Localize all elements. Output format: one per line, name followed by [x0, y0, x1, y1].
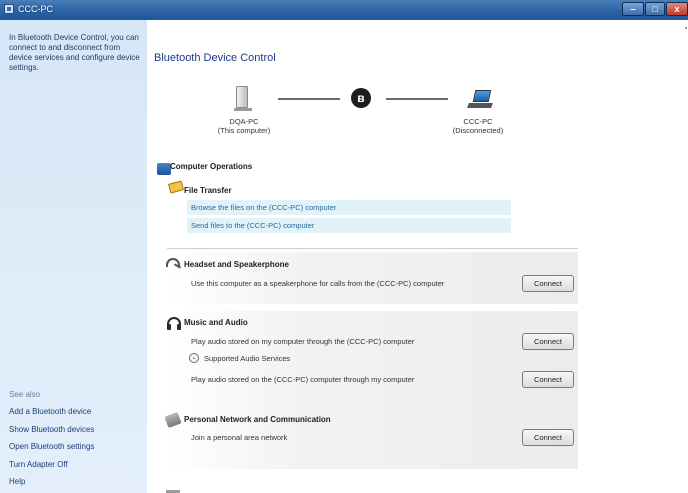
remote-device-status: (Disconnected): [452, 126, 504, 135]
connection-line-left: [278, 98, 340, 100]
headset-description: Use this computer as a speakerphone for …: [191, 279, 445, 288]
network-heading: Personal Network and Communication: [184, 415, 331, 424]
maximize-button[interactable]: □: [645, 2, 665, 16]
computer-operations-heading: Computer Operations: [170, 162, 253, 171]
music-panel: [167, 311, 578, 419]
send-files-label: Send files to the (CCC-PC) computer: [191, 221, 315, 230]
edge-marker: [685, 27, 687, 29]
main-content: Bluetooth Device Control DQA-PC (This co…: [147, 20, 688, 493]
window-title: CCC-PC: [18, 4, 53, 14]
remote-device: CCC-PC (Disconnected): [438, 117, 518, 135]
see-also-heading: See also: [9, 390, 41, 399]
minimize-button[interactable]: –: [622, 2, 644, 16]
headset-connect-button[interactable]: Connect: [522, 275, 574, 292]
file-transfer-heading: File Transfer: [184, 186, 232, 195]
sidebar-description: In Bluetooth Device Control, you can con…: [9, 33, 140, 72]
turn-adapter-off-link[interactable]: Turn Adapter Off: [9, 460, 68, 469]
computer-tower-icon: [234, 86, 252, 111]
connection-line-right: [386, 98, 448, 100]
computer-operations-icon: [157, 163, 171, 175]
music-row2-description: Play audio stored on the (CCC-PC) comput…: [191, 375, 415, 384]
music-row2-connect-button[interactable]: Connect: [522, 371, 574, 388]
local-device-status: (This computer): [217, 126, 271, 135]
open-bluetooth-settings-link[interactable]: Open Bluetooth settings: [9, 442, 94, 451]
add-bluetooth-device-link[interactable]: Add a Bluetooth device: [9, 407, 91, 416]
network-description: Join a personal area network: [191, 433, 288, 442]
send-files-link[interactable]: Send files to the (CCC-PC) computer: [187, 218, 511, 233]
close-button[interactable]: x: [666, 2, 688, 16]
laptop-icon: [467, 90, 494, 112]
local-device-name: DQA-PC: [229, 117, 259, 126]
headphones-icon: [167, 317, 181, 330]
page-title: Bluetooth Device Control: [154, 52, 276, 64]
headset-icon: [166, 258, 180, 267]
music-row1-connect-button[interactable]: Connect: [522, 333, 574, 350]
expand-chevron-icon[interactable]: ⌄: [189, 353, 199, 363]
help-link[interactable]: Help: [9, 477, 25, 486]
file-transfer-icon: [167, 180, 185, 194]
music-heading: Music and Audio: [184, 318, 248, 327]
title-bar: CCC-PC – □ x: [0, 0, 688, 20]
sidebar: In Bluetooth Device Control, you can con…: [0, 20, 147, 493]
network-connect-button[interactable]: Connect: [522, 429, 574, 446]
show-bluetooth-devices-link[interactable]: Show Bluetooth devices: [9, 425, 94, 434]
bluetooth-icon: ʙ: [351, 88, 371, 108]
headset-heading: Headset and Speakerphone: [184, 260, 289, 269]
app-icon: [4, 4, 14, 14]
local-device: DQA-PC (This computer): [209, 117, 279, 135]
section-divider: [167, 248, 578, 249]
music-row1-description: Play audio stored on my computer through…: [191, 337, 415, 346]
browse-files-link[interactable]: Browse the files on the (CCC-PC) compute…: [187, 200, 511, 215]
remote-device-name: CCC-PC: [463, 117, 493, 126]
supported-audio-services-link[interactable]: Supported Audio Services: [204, 354, 290, 363]
browse-files-label: Browse the files on the (CCC-PC) compute…: [191, 203, 337, 212]
